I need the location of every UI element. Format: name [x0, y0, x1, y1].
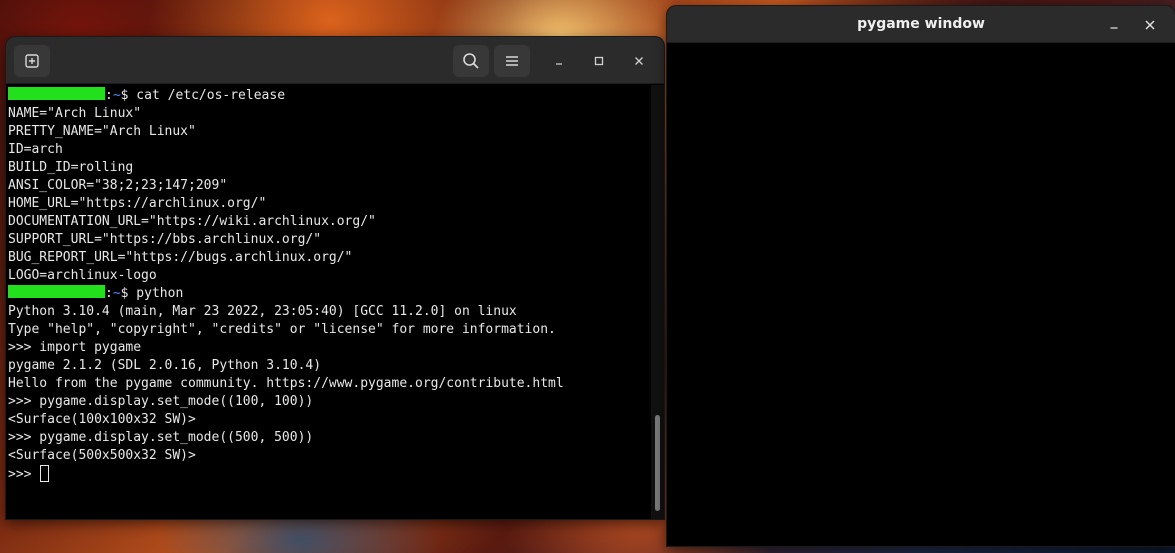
- terminal-output-line: Python 3.10.4 (main, Mar 23 2022, 23:05:…: [8, 304, 517, 319]
- text-cursor: [40, 465, 50, 482]
- prompt-colon: :: [105, 286, 113, 301]
- python-repl-prompt: >>>: [8, 467, 40, 482]
- terminal-output-line: LOGO=archlinux-logo: [8, 268, 157, 283]
- python-input-line[interactable]: >>>: [8, 465, 651, 483]
- terminal-output-line: ID=arch: [8, 142, 63, 157]
- new-tab-button[interactable]: [14, 45, 50, 77]
- scrollbar-thumb[interactable]: [655, 415, 660, 511]
- terminal-output-line: BUG_REPORT_URL="https://bugs.archlinux.o…: [8, 250, 353, 265]
- prompt-command: cat /etc/os-release: [128, 88, 286, 103]
- terminal-output-line: HOME_URL="https://archlinux.org/": [8, 196, 267, 211]
- search-button[interactable]: [453, 45, 489, 77]
- shell-prompt-line: :~$ cat /etc/os-release: [8, 87, 651, 105]
- terminal-output-line: BUILD_ID=rolling: [8, 160, 134, 175]
- terminal-header-bar: [6, 37, 664, 84]
- prompt-cwd: ~: [112, 88, 121, 103]
- terminal-output-line: >>> pygame.display.set_mode((500, 500)): [8, 430, 314, 445]
- prompt-colon: :: [105, 88, 113, 103]
- prompt-cwd: ~: [112, 286, 121, 301]
- pygame-header-bar: pygame window: [667, 6, 1175, 43]
- terminal-output[interactable]: :~$ cat /etc/os-release NAME="Arch Linux"…: [6, 85, 651, 519]
- search-icon: [463, 53, 479, 69]
- window-title: pygame window: [857, 16, 985, 32]
- minimize-icon: [1110, 27, 1118, 29]
- minimize-icon: [556, 63, 562, 65]
- pygame-close-button[interactable]: [1139, 14, 1161, 36]
- terminal-output-line: SUPPORT_URL="https://bbs.archlinux.org/": [8, 232, 322, 247]
- terminal-scrollbar[interactable]: [651, 85, 664, 519]
- terminal-output-line: Hello from the pygame community. https:/…: [8, 376, 564, 391]
- terminal-window[interactable]: :~$ cat /etc/os-release NAME="Arch Linux"…: [6, 37, 664, 519]
- terminal-output-line: ANSI_COLOR="38;2;23;147;209": [8, 178, 228, 193]
- pygame-surface[interactable]: [667, 44, 1175, 546]
- maximize-icon: [594, 56, 604, 66]
- shell-prompt-line: :~$ python: [8, 285, 651, 303]
- terminal-maximize-button[interactable]: [587, 49, 611, 73]
- pygame-minimize-button[interactable]: [1103, 14, 1125, 36]
- close-icon: [1145, 20, 1155, 30]
- terminal-output-line: <Surface(100x100x32 SW)>: [8, 412, 196, 427]
- prompt-command: python: [128, 286, 184, 301]
- prompt-user-host: [8, 87, 105, 100]
- terminal-output-line: PRETTY_NAME="Arch Linux": [8, 124, 196, 139]
- terminal-minimize-button[interactable]: [547, 49, 571, 73]
- menu-button[interactable]: [494, 45, 530, 77]
- hamburger-menu-icon: [506, 56, 518, 66]
- terminal-output-line: <Surface(500x500x32 SW)>: [8, 448, 196, 463]
- terminal-output-line: pygame 2.1.2 (SDL 2.0.16, Python 3.10.4): [8, 358, 322, 373]
- pygame-window[interactable]: pygame window: [667, 6, 1175, 546]
- close-icon: [635, 57, 643, 65]
- terminal-output-line: NAME="Arch Linux": [8, 106, 142, 121]
- terminal-output-line: DOCUMENTATION_URL="https://wiki.archlinu…: [8, 214, 376, 229]
- prompt-user-host: [8, 285, 105, 298]
- terminal-close-button[interactable]: [627, 49, 651, 73]
- terminal-output-line: Type "help", "copyright", "credits" or "…: [8, 322, 556, 337]
- terminal-output-line: >>> import pygame: [8, 340, 142, 355]
- new-tab-icon: [25, 54, 39, 68]
- terminal-output-line: >>> pygame.display.set_mode((100, 100)): [8, 394, 314, 409]
